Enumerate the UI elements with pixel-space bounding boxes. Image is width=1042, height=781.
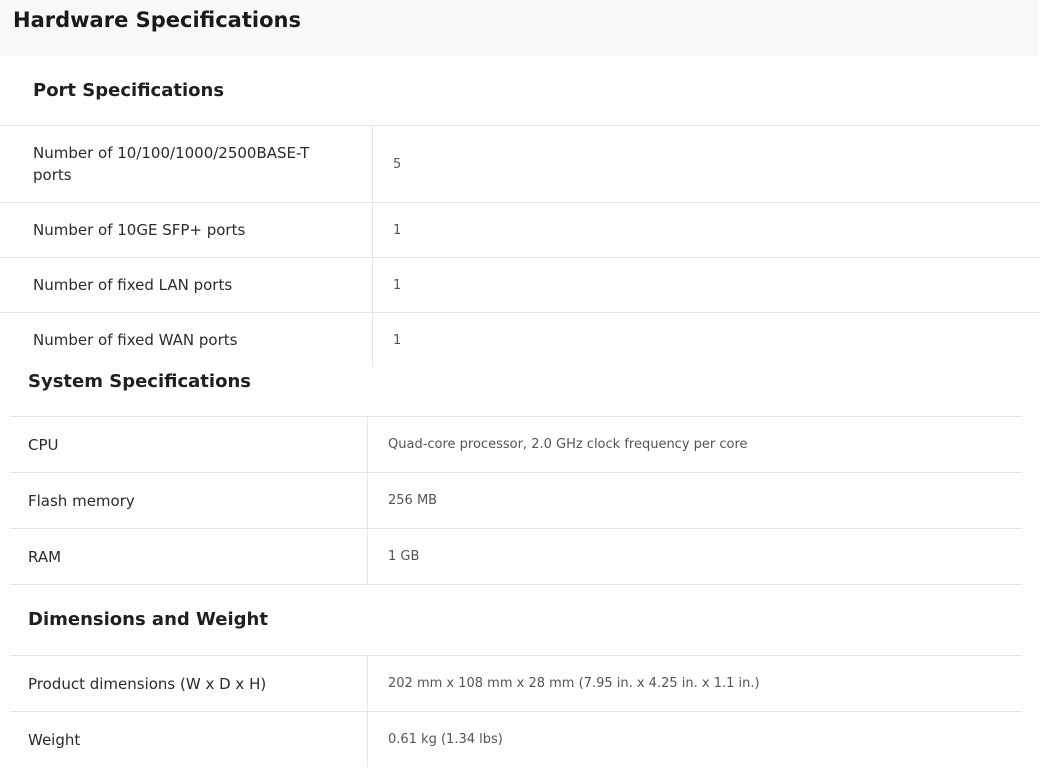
page-header: Hardware Specifications bbox=[0, 0, 1039, 56]
spec-label: Number of fixed LAN ports bbox=[0, 258, 373, 312]
dimensions-weight-title: Dimensions and Weight bbox=[10, 585, 1022, 656]
spec-row: Flash memory 256 MB bbox=[10, 473, 1022, 529]
spec-label: Number of 10/100/1000/2500BASE-T ports bbox=[0, 126, 373, 202]
page-title: Hardware Specifications bbox=[13, 8, 301, 32]
spec-label: Number of fixed WAN ports bbox=[0, 313, 373, 367]
spec-row: Number of fixed WAN ports 1 bbox=[0, 313, 1039, 367]
spec-row: Number of 10GE SFP+ ports 1 bbox=[0, 203, 1039, 258]
spec-row: Weight 0.61 kg (1.34 lbs) bbox=[10, 712, 1022, 767]
spec-value: Quad-core processor, 2.0 GHz clock frequ… bbox=[388, 437, 748, 452]
port-specifications-title: Port Specifications bbox=[0, 56, 1039, 126]
system-specifications-section: System Specifications CPU Quad-core proc… bbox=[10, 367, 1022, 585]
spec-label: Product dimensions (W x D x H) bbox=[10, 656, 368, 711]
spec-row: Product dimensions (W x D x H) 202 mm x … bbox=[10, 656, 1022, 712]
spec-value: 202 mm x 108 mm x 28 mm (7.95 in. x 4.25… bbox=[388, 676, 760, 691]
spec-row: Number of fixed LAN ports 1 bbox=[0, 258, 1039, 313]
spec-label: RAM bbox=[10, 529, 368, 584]
spec-row: Number of 10/100/1000/2500BASE-T ports 5 bbox=[0, 126, 1039, 203]
spec-value: 5 bbox=[393, 156, 402, 172]
spec-label: CPU bbox=[10, 417, 368, 472]
spec-label: Weight bbox=[10, 712, 368, 767]
spec-label: Number of 10GE SFP+ ports bbox=[0, 203, 373, 257]
port-specifications-section: Port Specifications Number of 10/100/100… bbox=[0, 56, 1039, 367]
system-specifications-title: System Specifications bbox=[10, 367, 1022, 417]
spec-row: RAM 1 GB bbox=[10, 529, 1022, 585]
spec-value: 256 MB bbox=[388, 493, 438, 508]
spec-value: 0.61 kg (1.34 lbs) bbox=[388, 732, 503, 747]
spec-label: Flash memory bbox=[10, 473, 368, 528]
spec-value: 1 bbox=[393, 332, 402, 348]
spec-row: CPU Quad-core processor, 2.0 GHz clock f… bbox=[10, 417, 1022, 473]
spec-value: 1 bbox=[393, 222, 402, 238]
spec-value: 1 bbox=[393, 277, 402, 293]
spec-value: 1 GB bbox=[388, 549, 420, 564]
dimensions-weight-section: Dimensions and Weight Product dimensions… bbox=[10, 585, 1022, 767]
